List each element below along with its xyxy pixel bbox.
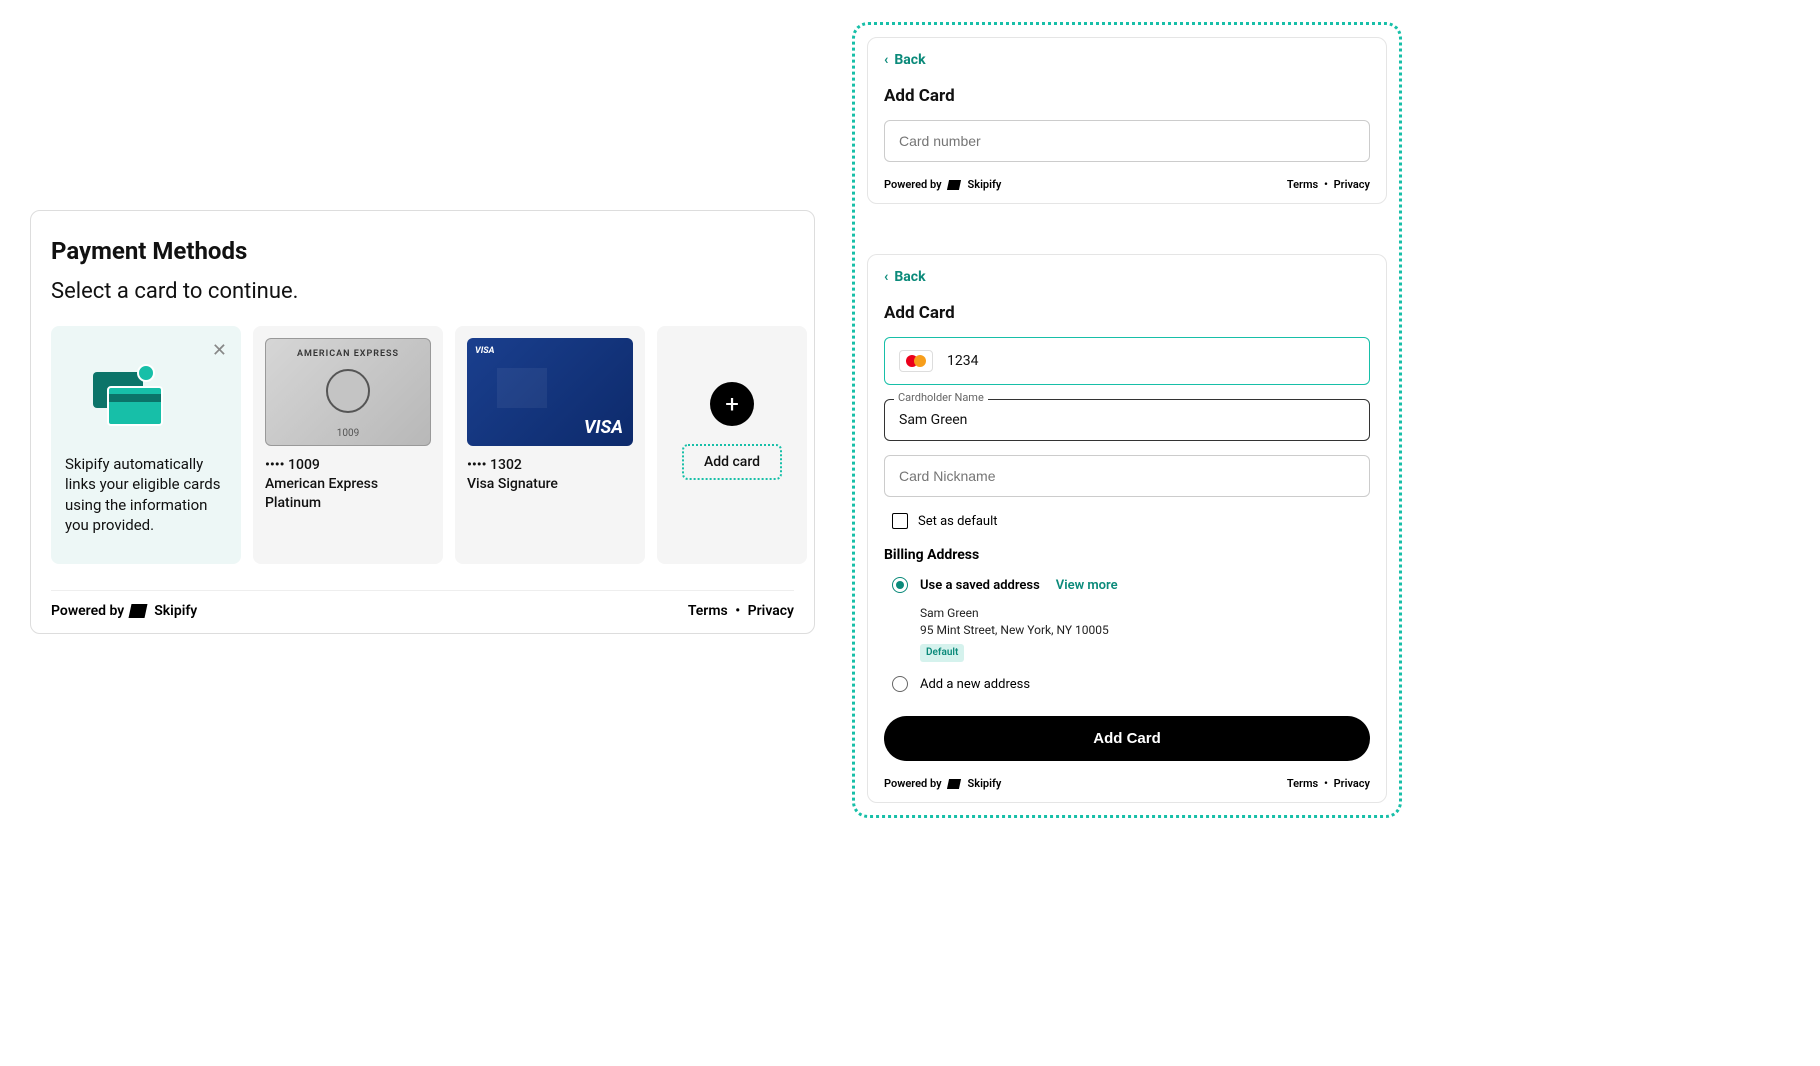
card-masked: •••• 1302 [467,456,633,475]
card-masked: •••• 1009 [265,456,431,475]
saved-address-block: Sam Green 95 Mint Street, New York, NY 1… [920,605,1370,662]
skipify-icon [946,779,960,789]
cardholder-field: Cardholder Name Sam Green [884,399,1370,441]
info-tile: ✕ Skipify automatically links your eligi… [51,326,241,564]
saved-name: Sam Green [920,605,1370,622]
modal-footer: Powered by Skipify Terms • Privacy [884,178,1370,191]
amex-card-image: AMERICAN EXPRESS 1009 [265,338,431,446]
card-amex[interactable]: AMERICAN EXPRESS 1009 •••• 1009 American… [253,326,443,564]
billing-section-title: Billing Address [884,547,1370,563]
saved-address: 95 Mint Street, New York, NY 10005 [920,622,1370,639]
panel-subtitle: Select a card to continue. [51,279,794,304]
footer-links: Terms • Privacy [688,603,794,619]
amex-last4: 1009 [337,428,359,439]
powered-by: Powered by Skipify [884,777,1001,790]
terms-link[interactable]: Terms [1287,178,1318,191]
default-badge: Default [920,644,964,663]
set-default-row: Set as default [892,513,1370,529]
footer-links: Terms • Privacy [1287,777,1370,790]
cardholder-label: Cardholder Name [894,391,988,404]
visa-top-label: VISA [475,346,495,356]
info-text: Skipify automatically links your eligibl… [63,452,229,535]
plus-icon[interactable]: + [710,382,754,426]
add-new-row: Add a new address [892,676,1370,692]
modal-title: Add Card [884,303,1370,323]
add-card-label: Add card [682,444,782,480]
card-name: Visa Signature [467,475,633,494]
terms-link[interactable]: Terms [1287,777,1318,790]
footer-bar: Powered by Skipify Terms • Privacy [51,590,794,619]
cards-row: ✕ Skipify automatically links your eligi… [51,326,794,564]
add-card-button[interactable]: Add Card [884,716,1370,761]
cards-icon [93,368,173,438]
panel-title: Payment Methods [51,237,794,265]
back-label: Back [894,269,925,285]
powered-by-text: Powered by [51,603,124,619]
set-default-label: Set as default [918,514,998,529]
card-visa[interactable]: VISA VISA •••• 1302 Visa Signature [455,326,645,564]
privacy-link[interactable]: Privacy [1334,178,1370,191]
back-button[interactable]: ‹ Back [884,269,1370,285]
add-card-tile[interactable]: + Add card [657,326,807,564]
privacy-link[interactable]: Privacy [1334,777,1370,790]
card-name: American Express Platinum [265,475,431,513]
brand-name: Skipify [968,178,1002,191]
amex-brand: AMERICAN EXPRESS [266,349,430,359]
back-label: Back [894,52,925,68]
amex-centurion-icon [326,369,370,413]
view-more-link[interactable]: View more [1056,578,1118,593]
payment-methods-panel: Payment Methods Select a card to continu… [30,210,815,634]
visa-logo: VISA [584,417,623,438]
powered-by-text: Powered by [884,178,942,191]
set-default-checkbox[interactable] [892,513,908,529]
skipify-icon [129,604,148,618]
add-new-radio[interactable] [892,676,908,692]
back-button[interactable]: ‹ Back [884,52,1370,68]
card-number-input[interactable] [884,120,1370,162]
privacy-link[interactable]: Privacy [748,603,794,619]
skipify-icon [946,180,960,190]
modal-title: Add Card [884,86,1370,106]
mastercard-icon [899,350,933,372]
use-saved-label: Use a saved address [920,578,1040,593]
visa-card-image: VISA VISA [467,338,633,446]
brand-name: Skipify [154,603,197,619]
card-number-input-filled[interactable]: 1234 [884,337,1370,385]
footer-links: Terms • Privacy [1287,178,1370,191]
add-new-label: Add a new address [920,677,1030,692]
add-card-modal-empty: ‹ Back Add Card Powered by Skipify Terms… [867,37,1387,204]
terms-link[interactable]: Terms [688,603,728,619]
powered-by: Powered by Skipify [884,178,1001,191]
cardholder-input[interactable]: Sam Green [884,399,1370,441]
close-icon[interactable]: ✕ [212,340,227,361]
powered-by: Powered by Skipify [51,603,197,619]
use-saved-row: Use a saved address View more [892,577,1370,593]
use-saved-radio[interactable] [892,577,908,593]
nickname-input[interactable] [884,455,1370,497]
modal-footer: Powered by Skipify Terms • Privacy [884,777,1370,790]
nickname-field [884,455,1370,497]
add-card-modal-filled: ‹ Back Add Card 1234 Cardholder Name Sam… [867,254,1387,803]
card-number-value: 1234 [947,353,978,369]
brand-name: Skipify [968,777,1002,790]
chevron-left-icon: ‹ [884,52,888,68]
powered-by-text: Powered by [884,777,942,790]
highlight-container: ‹ Back Add Card Powered by Skipify Terms… [852,22,1402,818]
chevron-left-icon: ‹ [884,269,888,285]
